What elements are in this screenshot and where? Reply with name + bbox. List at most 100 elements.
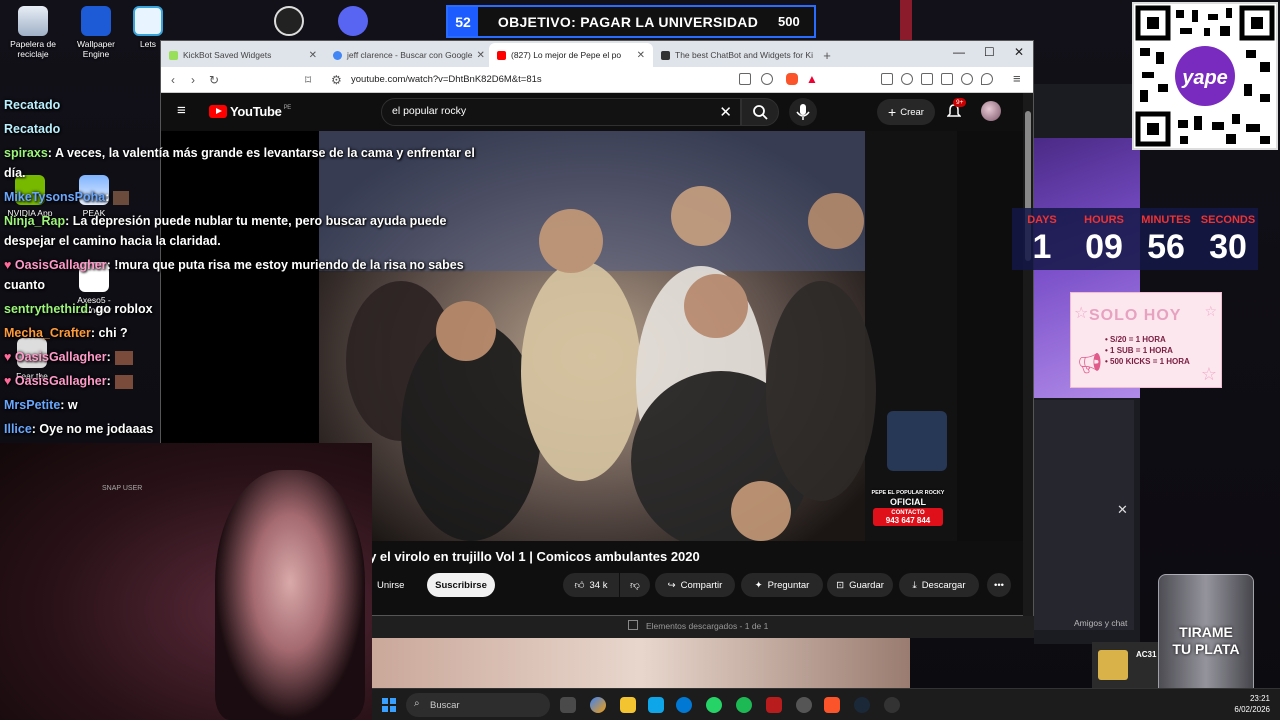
create-button[interactable]: + Crear <box>877 99 935 125</box>
wallet-icon[interactable] <box>941 73 953 85</box>
desktop-icon-discord[interactable] <box>330 6 376 39</box>
recycle-bin-icon <box>18 6 48 36</box>
dota-icon[interactable] <box>766 697 782 713</box>
user-avatar[interactable] <box>981 101 1001 121</box>
close-icon[interactable]: ✕ <box>633 50 645 61</box>
close-window-icon[interactable]: ✕ <box>1014 45 1024 59</box>
copilot-icon[interactable] <box>590 697 606 713</box>
emote-icon <box>114 374 133 389</box>
stream-chat-overlay: Recatado Recatado spiraxs: A veces, la v… <box>0 95 500 445</box>
music-icon[interactable] <box>901 73 913 85</box>
reader-icon[interactable] <box>921 73 933 85</box>
app-icon[interactable] <box>884 697 900 713</box>
join-button[interactable]: Unirse <box>373 573 408 597</box>
forward-icon[interactable]: › <box>191 73 195 87</box>
toast-notification[interactable]: AC31 <box>1092 642 1158 688</box>
streamer-camera <box>215 470 365 720</box>
background-image <box>372 638 910 688</box>
close-icon[interactable]: ✕ <box>473 50 485 61</box>
download-button[interactable]: ⤓ Descargar <box>899 573 979 597</box>
close-icon[interactable]: ✕ <box>1117 502 1128 518</box>
tab-search-icon[interactable] <box>881 73 893 85</box>
thumbs-down-icon: 👎︎ <box>630 580 640 591</box>
tab-kickbot[interactable]: KickBot Saved Widgets ✕ <box>161 43 325 67</box>
back-icon[interactable]: ‹ <box>171 73 175 87</box>
menu-icon[interactable]: ≡ <box>1013 71 1021 86</box>
close-icon[interactable]: ✕ <box>813 50 818 61</box>
goal-overlay: 52 OBJETIVO: PAGAR LA UNIVERSIDAD 500 <box>446 5 816 38</box>
emote-icon <box>114 350 133 365</box>
plus-icon: + <box>888 104 897 120</box>
store-icon[interactable] <box>648 697 664 713</box>
url-field[interactable]: youtube.com/watch?v=DhtBnK82D6M&t=81s <box>351 74 542 85</box>
search-button[interactable] <box>741 98 779 126</box>
page-scrollbar[interactable] <box>1023 93 1033 617</box>
steam-icon[interactable] <box>854 697 870 713</box>
notification-avatar <box>1098 650 1128 680</box>
file-explorer-icon[interactable] <box>620 697 636 713</box>
whatsapp-icon[interactable] <box>706 697 722 713</box>
subscribe-button[interactable]: Suscribirse <box>427 573 495 597</box>
obs-icon[interactable] <box>796 697 812 713</box>
start-button[interactable] <box>382 698 396 712</box>
task-view-icon[interactable] <box>560 697 576 713</box>
youtube-favicon-icon <box>497 50 506 60</box>
save-button[interactable]: ⊡ Guardar <box>827 573 893 597</box>
share-icon[interactable] <box>761 73 773 85</box>
like-button[interactable]: 👍︎ 34 k <box>563 573 619 597</box>
voice-search-button[interactable] <box>789 98 817 126</box>
more-actions-button[interactable]: ••• <box>987 573 1011 597</box>
cast-icon[interactable] <box>739 73 751 85</box>
maximize-icon[interactable]: ☐ <box>984 45 995 59</box>
chat-message: cuanto <box>4 278 45 292</box>
clear-search-icon[interactable]: ✕ <box>719 103 732 121</box>
system-clock[interactable]: 23:21 6/02/2026 <box>1234 693 1270 715</box>
obs-icon <box>274 6 304 36</box>
site-info-icon[interactable]: ⚙ <box>331 73 342 87</box>
chat-message: ♥ OasisGallagher: !mura que puta risa me… <box>4 258 464 272</box>
dislike-button[interactable]: 👎︎ <box>620 573 650 597</box>
edge-icon[interactable] <box>676 697 692 713</box>
badge-icon: ♥ <box>4 350 15 364</box>
chat-message: spiraxs: A veces, la valentía más grande… <box>4 146 475 160</box>
new-tab-button[interactable]: + <box>817 43 837 67</box>
timer-hours: 09 <box>1085 228 1123 266</box>
kickbot-favicon-icon <box>169 50 178 60</box>
timer-seconds: 30 <box>1209 228 1247 266</box>
chat-message: despejar el camino hacia la claridad. <box>4 234 221 248</box>
tab-google[interactable]: jeff clarence - Buscar con Google ✕ <box>325 43 489 67</box>
star-icon: ☆ <box>1074 305 1089 322</box>
friends-chat-label[interactable]: Amigos y chat <box>1074 618 1127 628</box>
vpn-icon[interactable] <box>981 73 993 85</box>
search-icon <box>753 105 768 120</box>
wallpaper-engine-icon <box>81 6 111 36</box>
download-icon: ⤓ <box>912 579 917 591</box>
warning-icon[interactable]: ▲ <box>806 72 818 86</box>
taskbar-search[interactable]: ⌕ Buscar <box>406 693 550 717</box>
minimize-icon[interactable]: — <box>953 45 965 59</box>
tab-youtube[interactable]: (827) Lo mejor de Pepe el po ✕ <box>489 43 653 67</box>
chat-message: MrsPetite: w <box>4 398 78 412</box>
desktop-icon-obs[interactable] <box>266 6 312 39</box>
share-button[interactable]: ↪ Compartir <box>655 573 735 597</box>
brave-icon[interactable] <box>824 697 840 713</box>
star-icon: ☆ <box>1200 364 1217 384</box>
download-bar: Elementos descargados - 1 de 1 <box>372 616 1034 638</box>
taskbar: ⌕ Buscar 23:21 6/02/2026 <box>372 688 1280 720</box>
spotify-icon[interactable] <box>736 697 752 713</box>
bookmark-icon[interactable]: ⌑ <box>305 73 311 87</box>
desktop-icon-wallpaper-engine[interactable]: Wallpaper Engine <box>63 6 129 59</box>
badge-icon: ♥ <box>4 258 15 272</box>
brave-shield-icon[interactable] <box>786 73 798 85</box>
close-icon[interactable]: ✕ <box>305 50 317 61</box>
tab-chatbot[interactable]: The best ChatBot and Widgets for Ki ✕ <box>653 43 817 67</box>
desktop-icon-recycle-bin[interactable]: Papelera de reciclaje <box>0 6 66 59</box>
ask-button[interactable]: ✦ Preguntar <box>741 573 823 597</box>
tab-bar: KickBot Saved Widgets ✕ jeff clarence - … <box>161 41 1033 67</box>
microphone-icon <box>796 104 810 120</box>
reload-icon[interactable]: ↻ <box>209 73 219 87</box>
sparkle-icon: ✦ <box>754 579 763 591</box>
extensions-icon[interactable] <box>961 73 973 85</box>
desktop-screen: 52 OBJETIVO: PAGAR LA UNIVERSIDAD 500 Pa… <box>0 0 1280 720</box>
badge-icon: ♥ <box>4 374 15 388</box>
